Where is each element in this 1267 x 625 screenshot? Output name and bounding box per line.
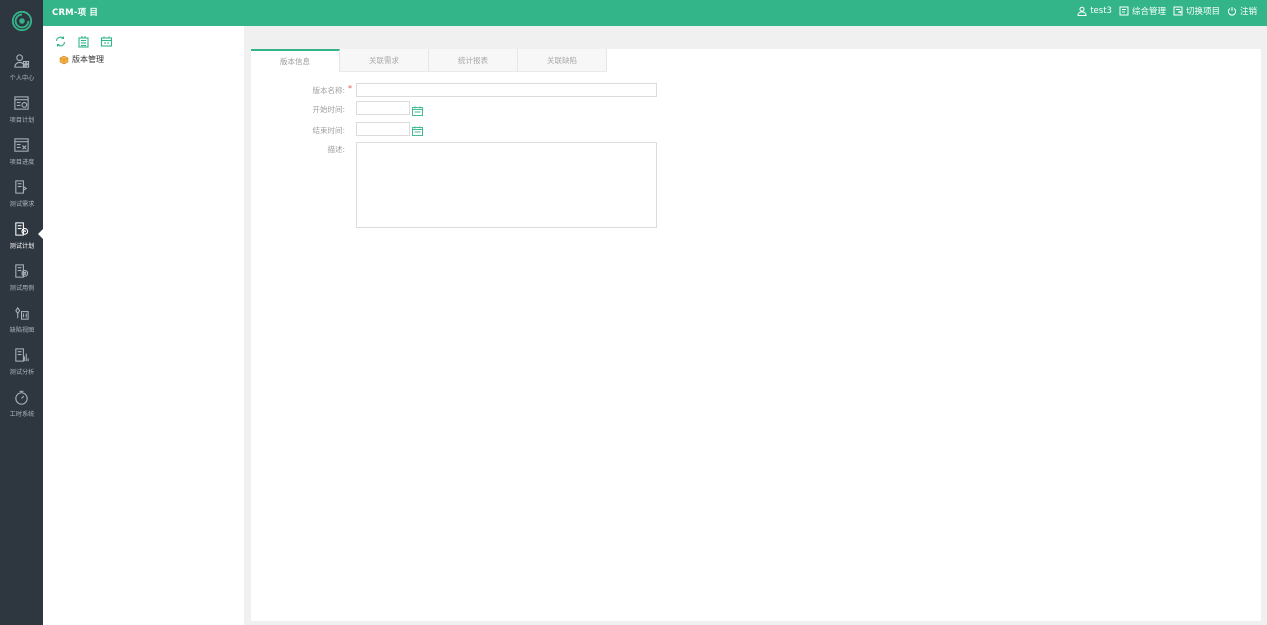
switch-icon: [1173, 6, 1183, 16]
top-header: CRM-项 目 test3 综合管理 切换项目 注销: [43, 0, 1267, 26]
app-logo[interactable]: [0, 0, 43, 42]
logout-label: 注销: [1239, 7, 1257, 17]
sidebar-item-test-case[interactable]: 测试用例: [0, 258, 43, 300]
tree-toolbar: [54, 35, 113, 48]
add-version-button[interactable]: [77, 35, 90, 48]
calendar-icon: [412, 126, 423, 136]
end-time-label: 结束时间:: [312, 126, 345, 135]
header-actions: test3 综合管理 切换项目 注销: [1077, 5, 1257, 17]
management-icon: [1119, 6, 1129, 16]
sidebar-item-label: 项目进度: [9, 158, 34, 166]
tree-node-label: 版本管理: [72, 55, 104, 64]
description-label: 描述:: [327, 145, 345, 154]
package-icon: [59, 55, 69, 64]
switch-project-label: 切换项目: [1185, 7, 1220, 17]
version-tree-panel: 版本管理: [43, 26, 244, 625]
required-mark: *: [348, 84, 352, 93]
logout-link[interactable]: 注销: [1227, 5, 1257, 17]
sidebar-item-project-plan[interactable]: 项目计划: [0, 90, 43, 132]
start-time-input[interactable]: [356, 101, 410, 115]
add-version-icon: [78, 36, 89, 48]
test-plan-icon: [15, 222, 29, 236]
tab-related-requirements[interactable]: 关联需求: [340, 49, 429, 72]
refresh-button[interactable]: [54, 35, 67, 48]
tree-node-version-management[interactable]: 版本管理: [59, 54, 104, 65]
sidebar-item-user-center[interactable]: 个人中心: [0, 48, 43, 90]
sidebar-item-label: 项目计划: [9, 116, 34, 124]
user-icon: [1077, 6, 1087, 16]
sidebar-item-label: 测试分析: [9, 368, 34, 376]
sidebar-item-project-progress[interactable]: 项目进度: [0, 132, 43, 174]
switch-project-link[interactable]: 切换项目: [1173, 5, 1220, 17]
sidebar-item-timesheet[interactable]: 工时系统: [0, 384, 43, 426]
power-icon: [1227, 7, 1237, 16]
left-sidebar: 个人中心 项目计划 项目进度 测试需求 测试计划 测试用例 缺陷视图 测试分析 …: [0, 0, 43, 625]
tab-related-defects[interactable]: 关联缺陷: [518, 49, 607, 72]
edit-version-icon: [100, 36, 113, 47]
general-management-label: 综合管理: [1131, 7, 1166, 17]
sidebar-item-defect-view[interactable]: 缺陷视图: [0, 300, 43, 342]
sidebar-item-test-requirement[interactable]: 测试需求: [0, 174, 43, 216]
tab-version-info[interactable]: 版本信息: [251, 49, 340, 72]
end-time-input[interactable]: [356, 122, 410, 136]
version-name-input[interactable]: [356, 83, 657, 97]
start-time-label: 开始时间:: [312, 105, 345, 114]
calendar-icon: [412, 106, 423, 116]
project-progress-icon: [14, 138, 29, 152]
version-name-label: 版本名称:: [312, 86, 345, 95]
right-edge: [1261, 26, 1267, 625]
edit-version-button[interactable]: [100, 35, 113, 48]
logo-icon: [11, 10, 32, 32]
project-plan-icon: [14, 96, 29, 110]
timesheet-icon: [15, 390, 28, 405]
tab-bar: 版本信息 关联需求 统计报表 关联缺陷: [251, 49, 607, 72]
sidebar-item-label: 测试用例: [9, 284, 34, 292]
main-content: 版本信息 关联需求 统计报表 关联缺陷 版本名称: * 开始时间: 结束时间: …: [251, 49, 1261, 621]
username: test3: [1090, 6, 1112, 16]
test-analysis-icon: [15, 348, 29, 362]
sidebar-item-label: 测试需求: [9, 200, 34, 208]
refresh-icon: [55, 36, 66, 47]
sidebar-item-label: 缺陷视图: [9, 326, 34, 334]
user-center-icon: [14, 54, 30, 68]
sidebar-item-test-plan[interactable]: 测试计划: [0, 216, 43, 258]
tab-statistics-report[interactable]: 统计报表: [429, 49, 518, 72]
test-requirement-icon: [15, 180, 28, 194]
general-management-link[interactable]: 综合管理: [1119, 5, 1166, 17]
description-textarea[interactable]: [356, 142, 657, 228]
user-menu[interactable]: test3: [1077, 6, 1112, 16]
end-date-picker[interactable]: [412, 126, 423, 136]
sidebar-item-test-analysis[interactable]: 测试分析: [0, 342, 43, 384]
sidebar-item-label: 工时系统: [9, 410, 34, 418]
test-case-icon: [15, 264, 29, 278]
defect-view-icon: [15, 306, 29, 320]
project-title: CRM-项 目: [52, 8, 99, 18]
sidebar-item-label: 个人中心: [9, 74, 34, 82]
start-date-picker[interactable]: [412, 106, 423, 116]
sidebar-item-label: 测试计划: [9, 242, 34, 250]
panel-divider[interactable]: [244, 26, 251, 625]
